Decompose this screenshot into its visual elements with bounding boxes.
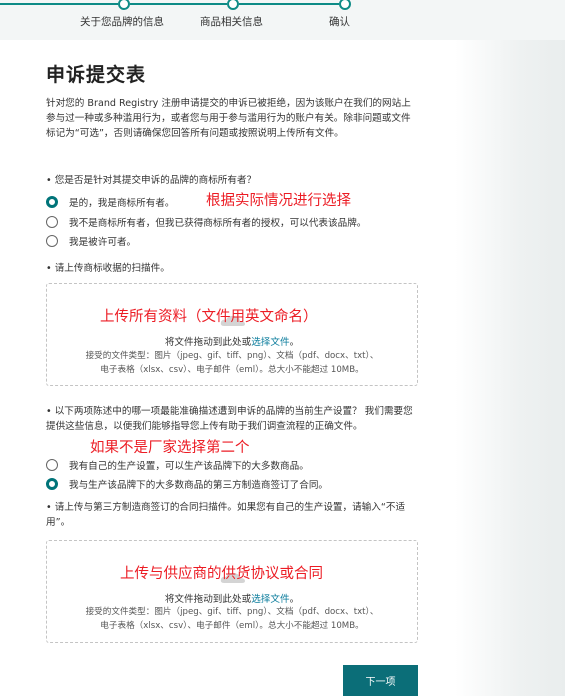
radio-label: 我有自己的生产设置，可以生产该品牌下的大多数商品。 xyxy=(69,461,309,472)
radio-button[interactable] xyxy=(46,459,58,471)
radio-button[interactable] xyxy=(46,216,58,228)
radio-button[interactable] xyxy=(46,478,58,490)
dropzone-instruction: 将文件拖动到此处或选择文件。 xyxy=(47,591,417,605)
step-dot-3 xyxy=(339,0,351,10)
stepper-line xyxy=(130,3,227,5)
drag-text: 将文件拖动到此处或 xyxy=(164,337,252,348)
choose-file-link[interactable]: 选择文件 xyxy=(251,594,289,605)
step-label-confirm: 确认 xyxy=(329,16,350,28)
progress-stepper: 关于您品牌的信息 商品相关信息 确认 xyxy=(0,0,565,40)
accepted-file-types: 接受的文件类型：图片（jpeg、gif、tiff、png）、文档（pdf、doc… xyxy=(47,605,417,633)
step-label-product-info: 商品相关信息 xyxy=(200,16,263,28)
page-title: 申诉提交表 xyxy=(46,64,147,86)
upload-contract-label: • 请上传与第三方制造商签订的合同扫描件。如果您有自己的生产设置，请输入“不适用… xyxy=(46,502,406,528)
question-trademark-owner: • 您是否是针对其提交申诉的品牌的商标所有者？ xyxy=(46,175,257,186)
radio-button[interactable] xyxy=(46,196,58,208)
file-types-line: 电子表格（xlsx、csv）、电子邮件（eml）。总大小不能超过 10MB。 xyxy=(100,621,364,631)
step-label-brand-info: 关于您品牌的信息 xyxy=(80,16,164,28)
file-types-line: 接受的文件类型：图片（jpeg、gif、tiff、png）、文档（pdf、doc… xyxy=(85,607,379,617)
radio-label: 我是被许可者。 xyxy=(69,237,137,248)
dropzone-instruction: 将文件拖动到此处或选择文件。 xyxy=(47,334,417,348)
stepper-line xyxy=(239,3,339,5)
period: 。 xyxy=(289,594,300,605)
radio-option-authorized[interactable]: 我不是商标所有者，但我已获得商标所有者的授权，可以代表该品牌。 xyxy=(46,214,366,230)
step-dot-1 xyxy=(118,0,130,10)
stepper-line xyxy=(0,3,118,5)
annotation-select-by-situation: 根据实际情况进行选择 xyxy=(206,193,351,209)
radio-label: 是的，我是商标所有者。 xyxy=(69,198,175,209)
accepted-file-types: 接受的文件类型：图片（jpeg、gif、tiff、png）、文档（pdf、doc… xyxy=(47,349,417,377)
annotation-upload-contract: 上传与供应商的供货协议或合同 xyxy=(120,566,323,582)
choose-file-link[interactable]: 选择文件 xyxy=(251,337,289,348)
file-types-line: 接受的文件类型：图片（jpeg、gif、tiff、png）、文档（pdf、doc… xyxy=(85,351,379,361)
period: 。 xyxy=(289,337,300,348)
step-dot-2 xyxy=(227,0,239,10)
file-dropzone-contract[interactable]: 将文件拖动到此处或选择文件。 接受的文件类型：图片（jpeg、gif、tiff、… xyxy=(46,540,418,643)
page-shadow xyxy=(455,40,565,696)
radio-button[interactable] xyxy=(46,235,58,247)
next-button[interactable]: 下一项 xyxy=(343,665,418,696)
file-types-line: 电子表格（xlsx、csv）、电子邮件（eml）。总大小不能超过 10MB。 xyxy=(100,365,364,375)
radio-label: 我与生产该品牌下的大多数商品的第三方制造商签订了合同。 xyxy=(69,480,329,491)
radio-option-licensee[interactable]: 我是被许可者。 xyxy=(46,233,136,249)
question-production-setup: • 以下两项陈述中的哪一项最能准确描述遭到申诉的品牌的当前生产设置？ 我们需要您… xyxy=(46,406,413,432)
annotation-choose-second: 如果不是厂家选择第二个 xyxy=(90,440,250,456)
file-dropzone-trademark[interactable]: 将文件拖动到此处或选择文件。 接受的文件类型：图片（jpeg、gif、tiff、… xyxy=(46,283,418,386)
upload-trademark-label: • 请上传商标收据的扫描件。 xyxy=(46,263,170,274)
drag-text: 将文件拖动到此处或 xyxy=(164,594,252,605)
form-intro: 针对您的 Brand Registry 注册申请提交的申诉已被拒绝，因为该账户在… xyxy=(46,98,411,139)
radio-option-own-production[interactable]: 我有自己的生产设置，可以生产该品牌下的大多数商品。 xyxy=(46,457,309,473)
annotation-upload-all: 上传所有资料（文件用英文命名） xyxy=(100,309,318,325)
radio-label: 我不是商标所有者，但我已获得商标所有者的授权，可以代表该品牌。 xyxy=(69,218,367,229)
radio-option-third-party[interactable]: 我与生产该品牌下的大多数商品的第三方制造商签订了合同。 xyxy=(46,476,328,492)
radio-option-owner[interactable]: 是的，我是商标所有者。 xyxy=(46,194,175,210)
